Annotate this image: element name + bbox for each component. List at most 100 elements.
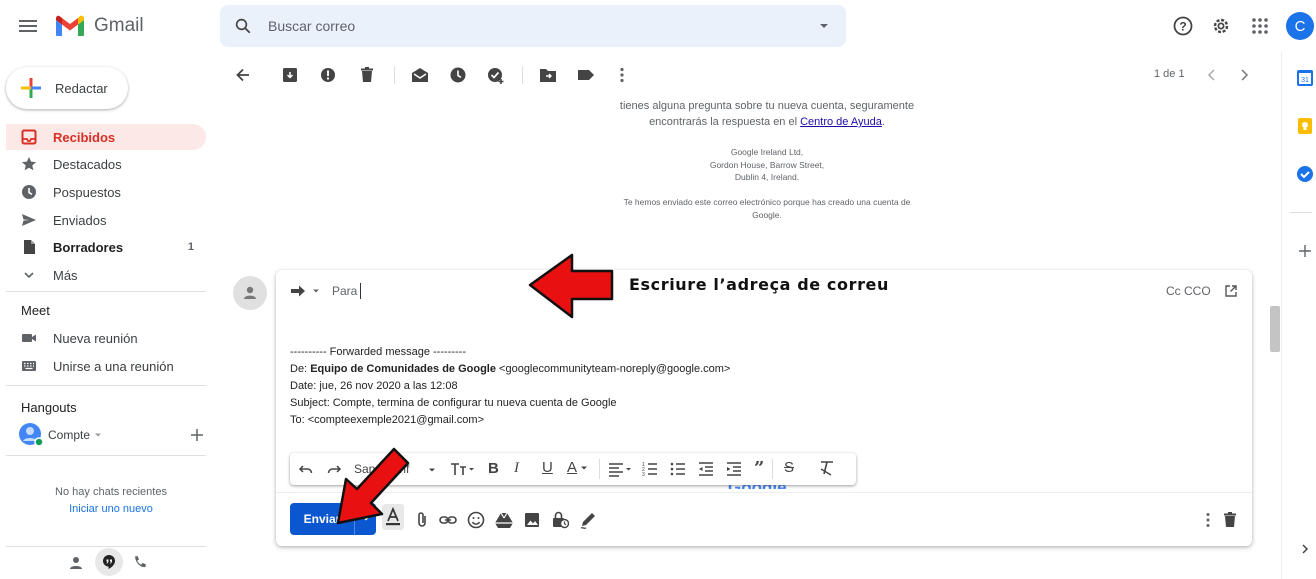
sidebar-item-inbox[interactable]: Recibidos [6,124,206,150]
apps-grid-icon[interactable] [1248,14,1272,38]
add-chat-icon[interactable] [190,428,204,442]
sidebar-divider [6,546,206,547]
search-options-icon[interactable] [818,20,830,32]
calendar-icon[interactable]: 31 [1296,69,1314,87]
tasks-icon[interactable] [1296,165,1314,183]
start-chat-link[interactable]: Iniciar uno nuevo [6,503,216,515]
hangouts-user[interactable]: Compte [18,422,208,448]
report-spam-icon[interactable] [318,65,338,85]
text-cursor [360,283,361,299]
insert-photo-icon[interactable] [522,510,542,530]
to-line: To: <compteexemple2021@gmail.com> [290,414,484,426]
bulleted-list-icon[interactable] [670,461,686,477]
sidebar-item-label: Pospuestos [53,184,121,200]
discard-draft-icon[interactable] [1220,510,1240,530]
expand-panel-icon[interactable] [1298,542,1312,556]
toolbar-divider [772,459,773,479]
email-text-line: tienes alguna pregunta sobre tu nueva cu… [619,100,915,112]
emoji-icon[interactable] [466,510,486,530]
sidebar-item-snoozed[interactable]: Pospuestos [6,179,206,205]
back-arrow-icon[interactable] [233,65,253,85]
scrollbar-thumb[interactable] [1270,306,1280,352]
archive-icon[interactable] [280,65,300,85]
sidebar-item-new-meeting[interactable]: Nueva reunión [6,325,206,351]
clock-icon [20,184,38,200]
search-bar[interactable]: Buscar correo [220,5,846,47]
keep-notes-icon[interactable] [1296,117,1314,135]
italic-icon[interactable]: I [514,460,519,477]
font-size-icon[interactable] [450,461,476,477]
add-to-tasks-icon[interactable] [486,65,506,85]
recipient-row: Para Escriure l’adreça de correu Cc CCO [276,270,1252,312]
date-line: Date: jue, 26 nov 2020 a las 12:08 [290,380,458,392]
undo-icon[interactable] [298,461,314,477]
email-text: . [881,116,885,128]
indent-more-icon[interactable] [726,461,742,477]
drafts-count: 1 [187,241,194,253]
chevron-down-icon[interactable] [94,431,102,439]
google-drive-icon[interactable] [494,510,514,530]
draft-file-icon [20,239,38,255]
snooze-clock-icon[interactable] [448,65,468,85]
search-input[interactable]: Buscar correo [268,18,818,34]
settings-gear-icon[interactable] [1209,14,1233,38]
sidebar-item-starred[interactable]: Destacados [6,151,206,177]
underline-icon[interactable]: U [542,459,553,476]
annotation-arrow-to-send [336,447,410,525]
gmail-m-icon [56,15,84,36]
sidebar-divider [6,385,206,386]
mark-unread-icon[interactable] [410,65,430,85]
prev-page-icon[interactable] [1202,65,1222,85]
popout-icon[interactable] [1224,284,1238,298]
more-vert-icon[interactable] [612,65,632,85]
email-text: encontrarás la respuesta en el [649,116,801,128]
hangouts-icon[interactable] [95,548,123,576]
sidebar-item-sent[interactable]: Enviados [6,207,206,233]
search-icon[interactable] [234,17,252,35]
address-line: Dublin 4, Ireland. [734,172,800,182]
annotation-arrow-to-field [528,253,614,319]
user-avatar-icon [19,423,44,447]
text-color-icon[interactable]: A [567,459,588,476]
meet-section-title: Meet [21,303,50,318]
strikethrough-icon[interactable]: S [784,459,794,476]
help-center-link[interactable]: Centro de Ayuda [800,116,882,128]
sidebar-item-join-meeting[interactable]: Unirse a una reunión [6,353,206,379]
forward-type-button[interactable] [290,283,320,299]
indent-less-icon[interactable] [698,461,714,477]
account-avatar[interactable]: C [1286,12,1314,40]
next-page-icon[interactable] [1234,65,1254,85]
gmail-logo[interactable]: Gmail [54,12,144,40]
signature-pen-icon[interactable] [578,510,598,530]
quote-icon[interactable]: ” [754,458,764,479]
bold-icon[interactable]: B [488,460,499,477]
insert-link-icon[interactable] [438,510,458,530]
more-options-icon[interactable] [1198,510,1218,530]
compose-button[interactable]: Redactar [6,67,128,109]
attach-file-icon[interactable] [412,510,432,530]
address-line: Gordon House, Barrow Street, [709,160,825,170]
align-icon[interactable] [608,461,634,477]
sidebar-item-more[interactable]: Más [6,262,206,288]
cc-bcc-link[interactable]: Cc CCO [1166,284,1211,298]
move-to-folder-icon[interactable] [538,65,558,85]
confidential-mode-icon[interactable] [550,510,570,530]
person-icon [244,286,256,299]
main-menu-icon[interactable] [16,14,40,38]
sidebar-item-drafts[interactable]: Borradores 1 [6,234,206,260]
pagination-text: 1 de 1 [1154,68,1185,80]
label-tag-icon[interactable] [576,65,596,85]
numbered-list-icon[interactable]: 123 [642,461,658,477]
sidebar-item-label: Destacados [53,156,122,172]
chevron-down-icon[interactable] [428,466,436,474]
phone-icon[interactable] [132,555,148,571]
toolbar-divider [599,459,600,479]
add-addon-icon[interactable] [1298,244,1312,258]
subject-line: Subject: Compte, termina de configurar t… [290,397,617,409]
forward-header-line: ---------- Forwarded message --------- [290,346,466,358]
contacts-icon[interactable] [68,555,84,571]
help-icon[interactable]: ? [1171,14,1195,38]
remove-formatting-icon[interactable] [818,459,836,477]
send-icon [20,212,38,228]
delete-trash-icon[interactable] [357,65,377,85]
